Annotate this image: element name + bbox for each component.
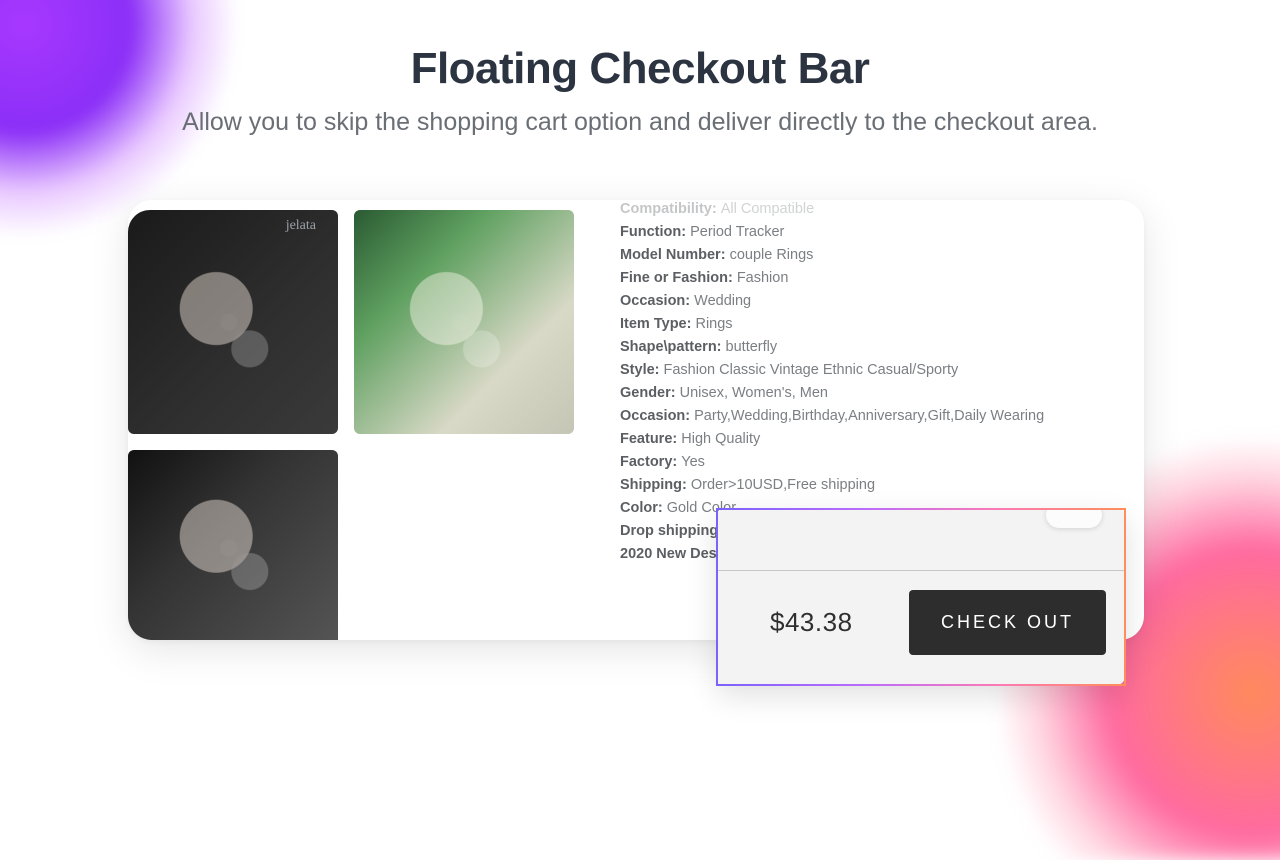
detail-key: Occasion: xyxy=(620,293,694,309)
scroll-top-ghost xyxy=(1046,508,1102,528)
detail-key: Occasion: xyxy=(620,408,694,424)
detail-row: Model Number: couple Rings xyxy=(620,244,1120,266)
detail-value: Order>10USD,Free shipping xyxy=(691,477,875,493)
detail-key: Function: xyxy=(620,224,690,240)
detail-key: Model Number: xyxy=(620,247,730,263)
floating-checkout-bar: $43.38 CHECK OUT xyxy=(716,508,1126,686)
detail-value: Yes xyxy=(681,454,705,470)
detail-key: Style: xyxy=(620,362,664,378)
detail-value: Wedding xyxy=(694,293,751,309)
product-image-2[interactable] xyxy=(354,210,574,434)
detail-row: Factory: Yes xyxy=(620,451,1120,473)
detail-row: Occasion: Party,Wedding,Birthday,Anniver… xyxy=(620,405,1120,427)
detail-key: Shape\pattern: xyxy=(620,339,726,355)
detail-value: Rings xyxy=(695,316,732,332)
product-gallery xyxy=(128,206,582,616)
page-subtitle: Allow you to skip the shopping cart opti… xyxy=(0,108,1280,137)
detail-row: Feature: High Quality xyxy=(620,428,1120,450)
detail-row: Style: Fashion Classic Vintage Ethnic Ca… xyxy=(620,359,1120,381)
detail-key: Gender: xyxy=(620,385,680,401)
detail-key: Fine or Fashion: xyxy=(620,270,737,286)
hero: Floating Checkout Bar Allow you to skip … xyxy=(0,0,1280,137)
detail-value: butterfly xyxy=(726,339,778,355)
price-label: $43.38 xyxy=(770,607,853,638)
checkout-row: $43.38 CHECK OUT xyxy=(718,572,1124,672)
divider xyxy=(718,570,1124,571)
detail-key: Feature: xyxy=(620,431,681,447)
detail-value: Period Tracker xyxy=(690,224,784,240)
detail-key: Shipping: xyxy=(620,477,691,493)
detail-row: Shape\pattern: butterfly xyxy=(620,336,1120,358)
detail-row: Occasion: Wedding xyxy=(620,290,1120,312)
detail-row: Function: Period Tracker xyxy=(620,221,1120,243)
product-image-1[interactable] xyxy=(128,210,338,434)
detail-row: Fine or Fashion: Fashion xyxy=(620,267,1120,289)
detail-value: Party,Wedding,Birthday,Anniversary,Gift,… xyxy=(694,408,1044,424)
detail-value: Unisex, Women's, Men xyxy=(680,385,828,401)
detail-value: couple Rings xyxy=(730,247,814,263)
detail-row: Shipping: Order>10USD,Free shipping xyxy=(620,474,1120,496)
page-title: Floating Checkout Bar xyxy=(0,44,1280,94)
checkout-button[interactable]: CHECK OUT xyxy=(909,590,1106,655)
detail-value: High Quality xyxy=(681,431,760,447)
detail-value: All Compatible xyxy=(721,201,815,217)
detail-row: Item Type: Rings xyxy=(620,313,1120,335)
detail-row: Gender: Unisex, Women's, Men xyxy=(620,382,1120,404)
detail-key: Color: xyxy=(620,500,667,516)
detail-key: Item Type: xyxy=(620,316,695,332)
detail-value: Fashion Classic Vintage Ethnic Casual/Sp… xyxy=(664,362,959,378)
detail-key: Compatibility: xyxy=(620,201,721,217)
detail-key: Factory: xyxy=(620,454,681,470)
product-image-3[interactable] xyxy=(128,450,338,640)
detail-row: Compatibility: All Compatible xyxy=(620,200,1120,220)
detail-value: Fashion xyxy=(737,270,789,286)
